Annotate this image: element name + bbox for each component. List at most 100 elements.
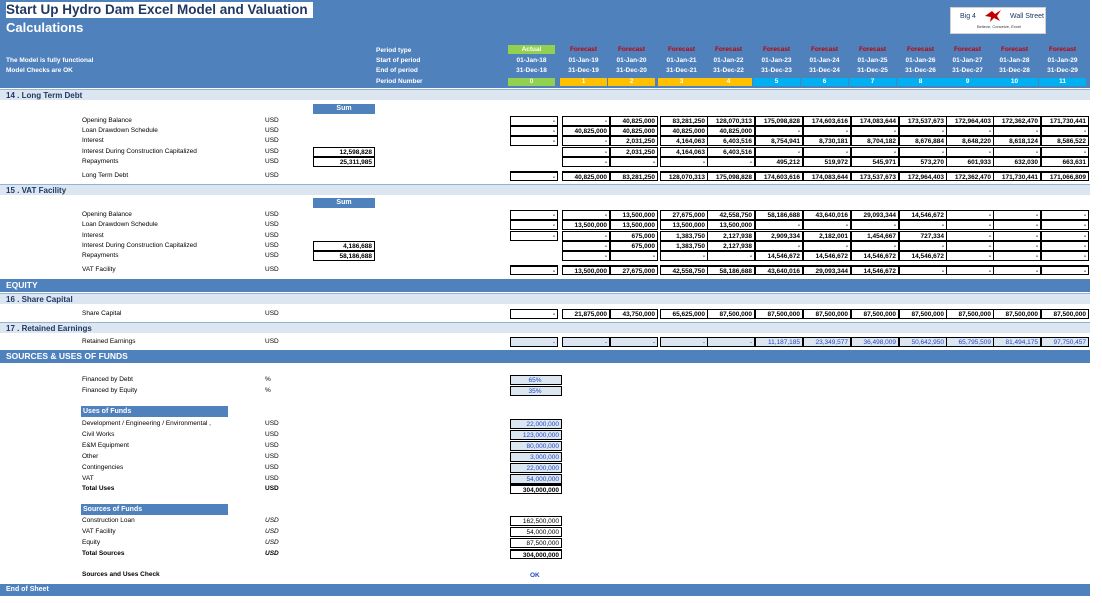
value-cell[interactable]: 14,546,672 [899, 251, 947, 261]
value-cell[interactable]: 14,546,672 [803, 251, 851, 261]
value-cell[interactable]: 27,675,000 [660, 210, 708, 220]
value-cell[interactable]: - [899, 126, 947, 136]
value-cell[interactable]: 663,631 [1041, 157, 1089, 167]
value-cell[interactable]: 13,500,000 [610, 220, 658, 230]
value-cell[interactable]: - [610, 157, 658, 167]
value-cell[interactable]: 128,070,313 [707, 116, 755, 126]
value-cell[interactable]: - [755, 147, 803, 157]
value-cell[interactable]: - [1041, 241, 1089, 251]
value-cell[interactable]: - [946, 220, 994, 230]
total-cell[interactable]: 13,500,000 [562, 265, 610, 275]
total-cell[interactable]: 172,964,403 [899, 171, 947, 181]
value-cell[interactable]: - [851, 220, 899, 230]
value-cell[interactable]: - [707, 337, 755, 347]
value-cell[interactable]: - [1041, 231, 1089, 241]
input-cell[interactable]: 22,000,000 [510, 463, 562, 473]
value-cell[interactable]: 40,825,000 [660, 126, 708, 136]
value-cell[interactable]: - [510, 220, 558, 230]
value-cell[interactable]: - [510, 231, 558, 241]
total-cell[interactable]: 43,640,016 [755, 265, 803, 275]
value-cell[interactable]: 162,500,000 [510, 516, 562, 526]
value-cell[interactable]: 13,500,000 [610, 210, 658, 220]
value-cell[interactable]: - [510, 309, 558, 319]
value-cell[interactable]: - [993, 147, 1041, 157]
value-cell[interactable]: - [899, 147, 947, 157]
value-cell[interactable]: 87,500,000 [803, 309, 851, 319]
value-cell[interactable]: 8,676,884 [899, 136, 947, 146]
value-cell[interactable]: - [755, 126, 803, 136]
total-cell[interactable]: - [510, 171, 558, 181]
value-cell[interactable]: 40,825,000 [610, 116, 658, 126]
value-cell[interactable]: 632,030 [993, 157, 1041, 167]
value-cell[interactable]: - [707, 157, 755, 167]
value-cell[interactable]: 29,093,344 [851, 210, 899, 220]
value-cell[interactable]: - [899, 241, 947, 251]
value-cell[interactable]: 43,640,016 [803, 210, 851, 220]
total-cell[interactable]: 304,000,000 [510, 549, 562, 559]
value-cell[interactable]: 54,000,000 [510, 527, 562, 537]
value-cell[interactable]: - [899, 220, 947, 230]
input-cell[interactable]: 35% [510, 386, 562, 396]
value-cell[interactable]: 675,000 [610, 231, 658, 241]
total-cell[interactable]: 83,281,250 [610, 171, 658, 181]
value-cell[interactable]: 43,750,000 [610, 309, 658, 319]
value-cell[interactable]: - [510, 116, 558, 126]
value-cell[interactable]: - [993, 241, 1041, 251]
value-cell[interactable]: - [851, 126, 899, 136]
value-cell[interactable]: 23,349,577 [803, 337, 851, 347]
value-cell[interactable]: - [993, 220, 1041, 230]
value-cell[interactable]: - [562, 116, 610, 126]
value-cell[interactable]: - [993, 231, 1041, 241]
value-cell[interactable]: 675,000 [610, 241, 658, 251]
value-cell[interactable]: - [510, 136, 558, 146]
value-cell[interactable]: 87,500,000 [946, 309, 994, 319]
value-cell[interactable]: 2,127,938 [707, 241, 755, 251]
value-cell[interactable]: 1,454,667 [851, 231, 899, 241]
value-cell[interactable]: - [562, 147, 610, 157]
value-cell[interactable]: 6,403,516 [707, 147, 755, 157]
total-cell[interactable]: - [1041, 265, 1089, 275]
input-cell[interactable]: 123,000,000 [510, 430, 562, 440]
value-cell[interactable]: 573,270 [899, 157, 947, 167]
total-cell[interactable]: 173,537,673 [851, 171, 899, 181]
value-cell[interactable]: 83,281,250 [660, 116, 708, 126]
value-cell[interactable]: 2,031,250 [610, 136, 658, 146]
value-cell[interactable]: 87,500,000 [707, 309, 755, 319]
value-cell[interactable]: - [993, 210, 1041, 220]
value-cell[interactable]: - [610, 337, 658, 347]
value-cell[interactable]: 13,500,000 [707, 220, 755, 230]
value-cell[interactable]: 36,498,009 [851, 337, 899, 347]
input-cell[interactable]: 65% [510, 375, 562, 385]
value-cell[interactable]: - [803, 147, 851, 157]
value-cell[interactable]: - [946, 147, 994, 157]
value-cell[interactable]: - [660, 157, 708, 167]
value-cell[interactable]: - [562, 136, 610, 146]
value-cell[interactable]: 40,825,000 [707, 126, 755, 136]
total-cell[interactable]: 29,093,344 [803, 265, 851, 275]
value-cell[interactable]: 14,546,672 [851, 251, 899, 261]
total-cell[interactable]: 58,186,688 [707, 265, 755, 275]
value-cell[interactable]: - [803, 126, 851, 136]
value-cell[interactable]: 87,500,000 [755, 309, 803, 319]
value-cell[interactable]: - [562, 251, 610, 261]
total-cell[interactable]: - [993, 265, 1041, 275]
value-cell[interactable]: 87,500,000 [510, 538, 562, 548]
value-cell[interactable]: - [946, 241, 994, 251]
value-cell[interactable]: 11,187,185 [755, 337, 803, 347]
value-cell[interactable]: 495,212 [755, 157, 803, 167]
value-cell[interactable]: 14,546,672 [755, 251, 803, 261]
value-cell[interactable]: - [993, 126, 1041, 136]
value-cell[interactable]: 58,186,688 [755, 210, 803, 220]
value-cell[interactable]: 545,971 [851, 157, 899, 167]
sum-cell[interactable]: 4,186,688 [313, 241, 375, 251]
total-cell[interactable]: 174,083,644 [803, 171, 851, 181]
value-cell[interactable]: 81,494,175 [993, 337, 1041, 347]
value-cell[interactable]: 172,964,403 [946, 116, 994, 126]
value-cell[interactable]: - [562, 157, 610, 167]
value-cell[interactable]: 97,750,457 [1041, 337, 1089, 347]
total-cell[interactable]: - [899, 265, 947, 275]
value-cell[interactable]: 172,362,470 [993, 116, 1041, 126]
value-cell[interactable]: - [946, 251, 994, 261]
value-cell[interactable]: 1,383,750 [660, 231, 708, 241]
input-cell[interactable]: 3,000,000 [510, 452, 562, 462]
